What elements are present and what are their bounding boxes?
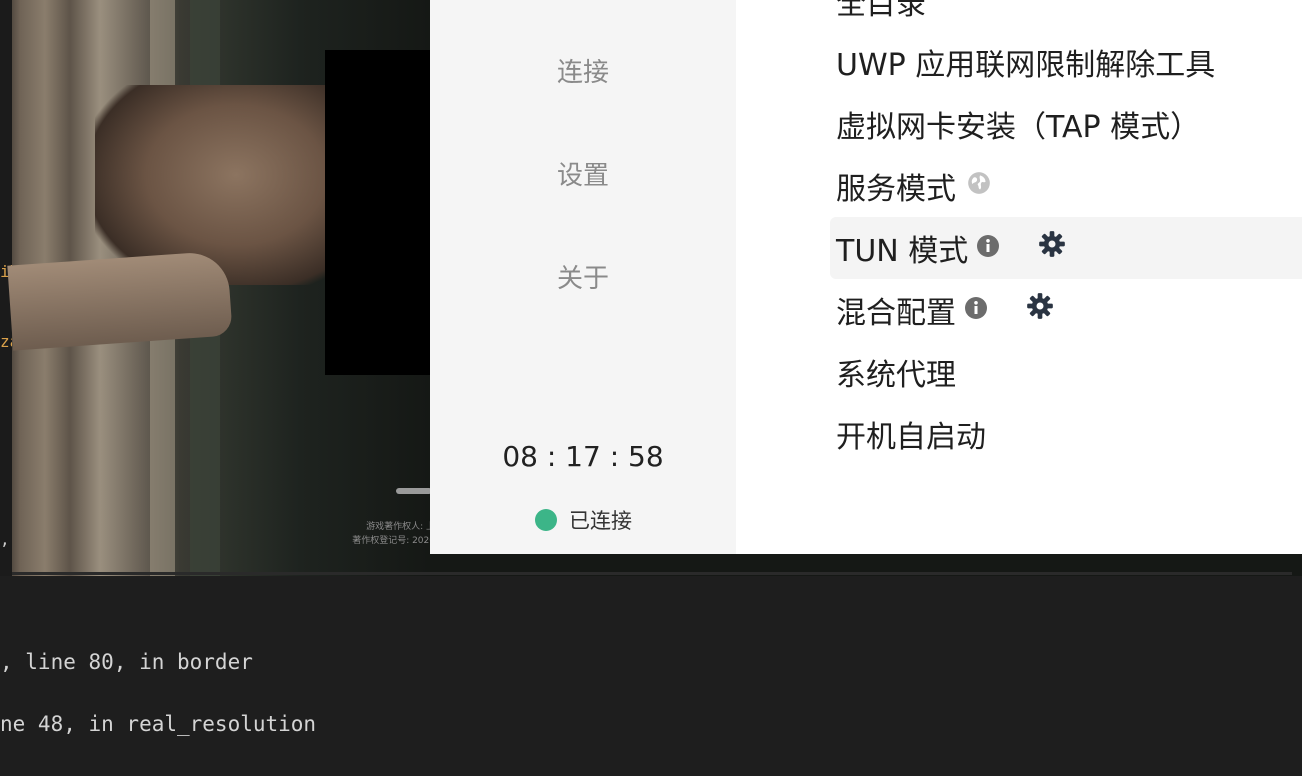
menu-item-label: 系统代理	[836, 358, 956, 393]
terminal-line: , line 80, in border	[0, 650, 253, 674]
connection-status: 已连接	[535, 505, 632, 535]
terminal-glyph: ,	[0, 530, 10, 549]
menu-item-label: 虚拟网卡安装（TAP 模式）	[836, 110, 1201, 145]
rifle-image	[95, 85, 330, 285]
menu-item-autostart[interactable]: 开机自启动	[836, 403, 1302, 465]
globe-icon	[966, 169, 992, 204]
terminal-glyph: za	[0, 332, 12, 351]
menu-item-label: 混合配置	[836, 296, 956, 331]
arm-image	[7, 250, 233, 351]
menu-item-label: 全目录	[836, 0, 926, 22]
nav-item-settings[interactable]: 设置	[430, 155, 736, 192]
menu-item-label: 服务模式	[836, 172, 956, 207]
menu-item-label: 开机自启动	[836, 420, 986, 455]
menu-item-mixed-config[interactable]: 混合配置	[836, 279, 1302, 341]
menu-item-service-mode[interactable]: 服务模式	[836, 155, 1302, 217]
terminal-line: ne 48, in real_resolution	[0, 712, 317, 736]
info-icon[interactable]	[976, 231, 1000, 266]
nav-item-connect[interactable]: 连接	[430, 52, 736, 89]
scrollbar-thumb[interactable]	[396, 488, 432, 494]
menu-item-system-proxy[interactable]: 系统代理	[836, 341, 1302, 403]
connection-timer: 08 : 17 : 58	[502, 440, 664, 473]
menu-item-label: TUN 模式	[836, 234, 969, 269]
sidebar: 连接 设置 关于 08 : 17 : 58 已连接	[430, 0, 736, 554]
info-icon[interactable]	[964, 293, 988, 328]
menu-item-tap-install[interactable]: 虚拟网卡安装（TAP 模式）	[836, 93, 1302, 155]
watermark-text: 游戏著作权人: 上 著作权登记号: 2020	[352, 522, 435, 546]
menu-item-uwp-loopback[interactable]: UWP 应用联网限制解除工具	[836, 31, 1302, 93]
nav-item-about[interactable]: 关于	[430, 258, 736, 295]
status-label: 已连接	[569, 509, 632, 533]
divider	[12, 572, 1292, 575]
gear-icon[interactable]	[1038, 230, 1066, 266]
menu-item-partial[interactable]: 全目录	[836, 0, 1302, 32]
menu-item-label: UWP 应用联网限制解除工具	[836, 48, 1216, 83]
dark-panel	[325, 50, 435, 375]
status-dot-icon	[535, 509, 557, 531]
menu-item-tun-mode[interactable]: TUN 模式	[836, 217, 1302, 279]
gear-icon[interactable]	[1026, 292, 1054, 328]
settings-content: 全目录 UWP 应用联网限制解除工具 虚拟网卡安装（TAP 模式） 服务模式 T…	[736, 0, 1302, 554]
app-window: 连接 设置 关于 08 : 17 : 58 已连接 全目录 UWP 应用联网限制…	[430, 0, 1302, 554]
